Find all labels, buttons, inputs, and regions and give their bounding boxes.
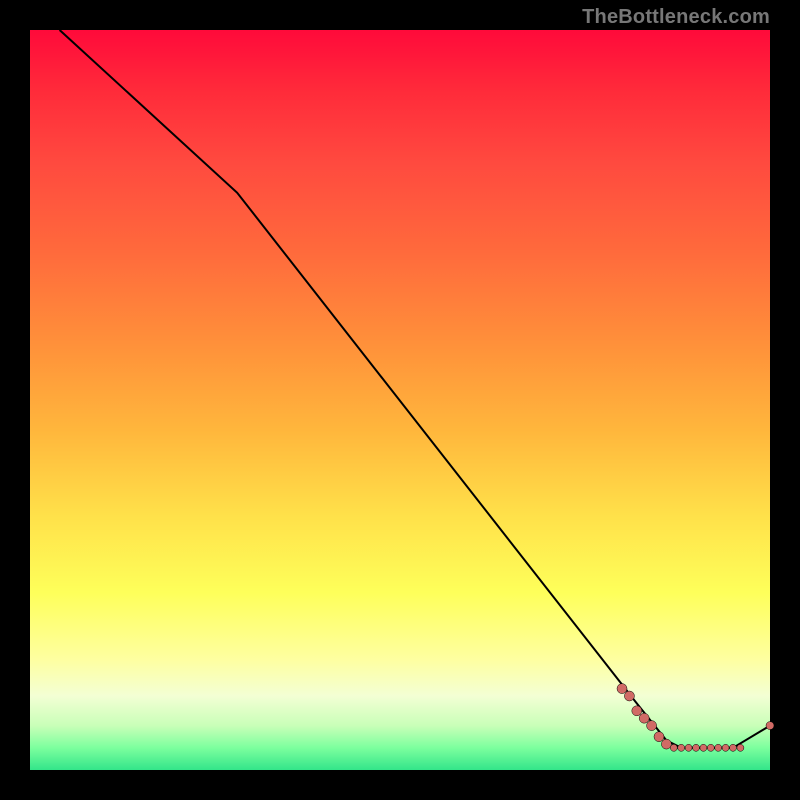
- marker-dot: [632, 706, 642, 716]
- marker-dot: [730, 744, 737, 751]
- marker-dot: [647, 721, 657, 731]
- curve-line: [60, 30, 770, 748]
- marker-dot: [700, 744, 707, 751]
- marker-dot: [766, 722, 774, 730]
- marker-dot: [670, 744, 677, 751]
- marker-dot: [624, 691, 634, 701]
- chart-stage: TheBottleneck.com: [0, 0, 800, 800]
- chart-svg: [30, 30, 770, 770]
- marker-dot: [617, 684, 627, 694]
- marker-dot: [707, 744, 714, 751]
- marker-dot: [654, 732, 664, 742]
- marker-dot: [639, 713, 649, 723]
- plot-area: [30, 30, 770, 770]
- watermark-label: TheBottleneck.com: [582, 6, 770, 29]
- marker-group: [617, 684, 774, 752]
- marker-dot: [661, 739, 671, 749]
- marker-dot: [685, 744, 692, 751]
- marker-dot: [722, 744, 729, 751]
- marker-dot: [715, 744, 722, 751]
- marker-dot: [678, 744, 685, 751]
- marker-dot: [693, 744, 700, 751]
- marker-dot: [737, 744, 744, 751]
